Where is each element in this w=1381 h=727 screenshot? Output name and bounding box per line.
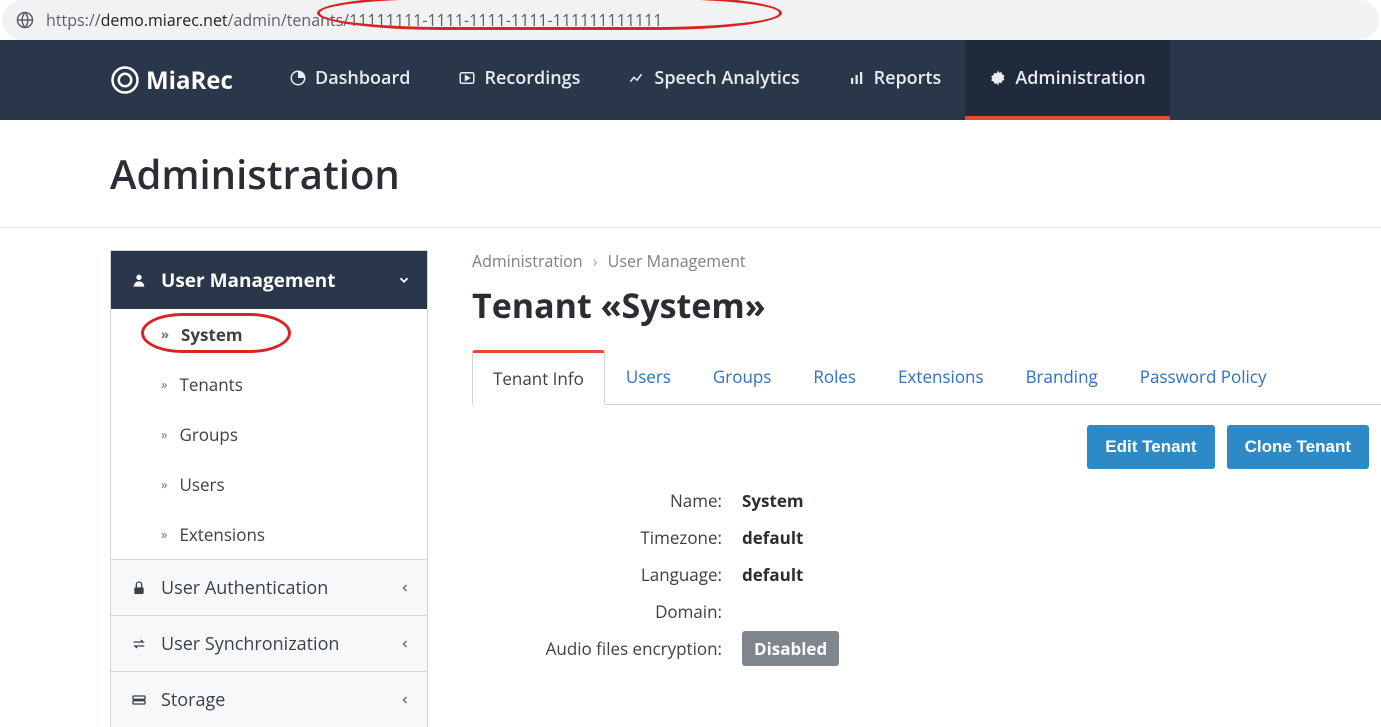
sidebar-head-label: User Management xyxy=(161,267,336,293)
breadcrumb-separator: › xyxy=(593,250,598,272)
nav-administration[interactable]: Administration xyxy=(965,40,1169,120)
tab-roles[interactable]: Roles xyxy=(792,350,877,405)
url-path: /admin/tenants/11111111-1111-1111-1111-1… xyxy=(228,9,663,31)
tab-tenant-info[interactable]: Tenant Info xyxy=(472,350,605,405)
tenant-title: Tenant «System» xyxy=(472,282,1381,328)
nav-recordings[interactable]: Recordings xyxy=(434,40,604,120)
play-icon xyxy=(458,69,476,87)
gear-icon xyxy=(989,69,1007,87)
sidebar-item-system[interactable]: » System xyxy=(111,309,427,359)
breadcrumb: Administration › User Management xyxy=(472,250,1381,272)
nav-label: Recordings xyxy=(484,66,580,90)
globe-icon xyxy=(16,11,34,29)
page-title: Administration xyxy=(110,146,1381,201)
value-encryption-badge: Disabled xyxy=(742,631,839,666)
label-encryption: Audio files encryption: xyxy=(472,637,742,660)
label-name: Name: xyxy=(472,489,742,512)
double-chevron-icon: » xyxy=(161,475,167,493)
sidebar-item-tenants[interactable]: » Tenants xyxy=(111,359,427,409)
field-language: Language: default xyxy=(472,563,1381,586)
tab-extensions[interactable]: Extensions xyxy=(877,350,1005,405)
breadcrumb-administration[interactable]: Administration xyxy=(472,250,583,272)
double-chevron-icon: » xyxy=(161,375,167,393)
sidebar-section-label: User Synchronization xyxy=(161,632,339,656)
value-language: default xyxy=(742,563,803,586)
user-icon xyxy=(131,272,147,288)
nav-label: Dashboard xyxy=(315,66,410,90)
tabs: Tenant Info Users Groups Roles Extension… xyxy=(472,350,1381,405)
sidebar-storage[interactable]: Storage xyxy=(111,671,427,727)
chevron-left-icon xyxy=(399,694,411,706)
clone-tenant-button[interactable]: Clone Tenant xyxy=(1227,425,1369,469)
label-language: Language: xyxy=(472,563,742,586)
top-navigation: MiaRec Dashboard Recordings Speech Analy… xyxy=(0,40,1381,120)
storage-icon xyxy=(131,692,147,708)
brand-text: MiaRec xyxy=(146,64,233,97)
field-domain: Domain: xyxy=(472,600,1381,623)
brand-icon xyxy=(110,65,140,95)
tab-users[interactable]: Users xyxy=(605,350,692,405)
tab-branding[interactable]: Branding xyxy=(1005,350,1119,405)
sidebar-item-extensions[interactable]: » Extensions xyxy=(111,509,427,559)
chevron-left-icon xyxy=(399,638,411,650)
value-timezone: default xyxy=(742,526,803,549)
lock-icon xyxy=(131,580,147,596)
sidebar-section-label: User Authentication xyxy=(161,576,328,600)
reports-icon xyxy=(848,69,866,87)
breadcrumb-user-management[interactable]: User Management xyxy=(608,250,746,272)
main-content: Administration › User Management Tenant … xyxy=(428,228,1381,727)
sidebar-item-users[interactable]: » Users xyxy=(111,459,427,509)
label-domain: Domain: xyxy=(472,600,742,623)
nav-label: Reports xyxy=(874,66,942,90)
url-host: demo.miarec.net xyxy=(101,9,228,31)
sidebar-item-label: Extensions xyxy=(179,523,265,546)
field-name: Name: System xyxy=(472,489,1381,512)
action-bar: Edit Tenant Clone Tenant xyxy=(472,405,1381,489)
nav-reports[interactable]: Reports xyxy=(824,40,966,120)
sidebar-item-groups[interactable]: » Groups xyxy=(111,409,427,459)
browser-url-bar[interactable]: https://demo.miarec.net/admin/tenants/11… xyxy=(2,0,1379,40)
nav-label: Speech Analytics xyxy=(654,66,799,90)
url-prefix: https:// xyxy=(46,9,101,31)
field-encryption: Audio files encryption: Disabled xyxy=(472,637,1381,660)
double-chevron-icon: » xyxy=(161,325,169,343)
chevron-left-icon xyxy=(399,582,411,594)
sidebar-section-label: Storage xyxy=(161,688,225,712)
sidebar-item-label: Tenants xyxy=(179,373,242,396)
sync-icon xyxy=(131,636,147,652)
sidebar-item-label: Groups xyxy=(179,423,237,446)
field-timezone: Timezone: default xyxy=(472,526,1381,549)
double-chevron-icon: » xyxy=(161,525,167,543)
tab-password-policy[interactable]: Password Policy xyxy=(1119,350,1288,405)
nav-label: Administration xyxy=(1015,66,1145,90)
double-chevron-icon: » xyxy=(161,425,167,443)
tab-groups[interactable]: Groups xyxy=(692,350,792,405)
sidebar-item-label: System xyxy=(181,323,243,346)
sidebar-user-management[interactable]: User Management xyxy=(111,251,427,309)
chevron-down-icon xyxy=(397,273,411,287)
sidebar: User Management » System » Tenants » Gro… xyxy=(110,250,428,727)
sidebar-item-label: Users xyxy=(179,473,224,496)
edit-tenant-button[interactable]: Edit Tenant xyxy=(1087,425,1214,469)
sidebar-user-synchronization[interactable]: User Synchronization xyxy=(111,615,427,671)
value-name: System xyxy=(742,489,804,512)
analytics-icon xyxy=(628,69,646,87)
nav-dashboard[interactable]: Dashboard xyxy=(265,40,434,120)
sidebar-user-authentication[interactable]: User Authentication xyxy=(111,559,427,615)
nav-speech-analytics[interactable]: Speech Analytics xyxy=(604,40,823,120)
dashboard-icon xyxy=(289,69,307,87)
brand-logo[interactable]: MiaRec xyxy=(0,40,265,120)
label-timezone: Timezone: xyxy=(472,526,742,549)
page-title-section: Administration xyxy=(0,120,1381,228)
